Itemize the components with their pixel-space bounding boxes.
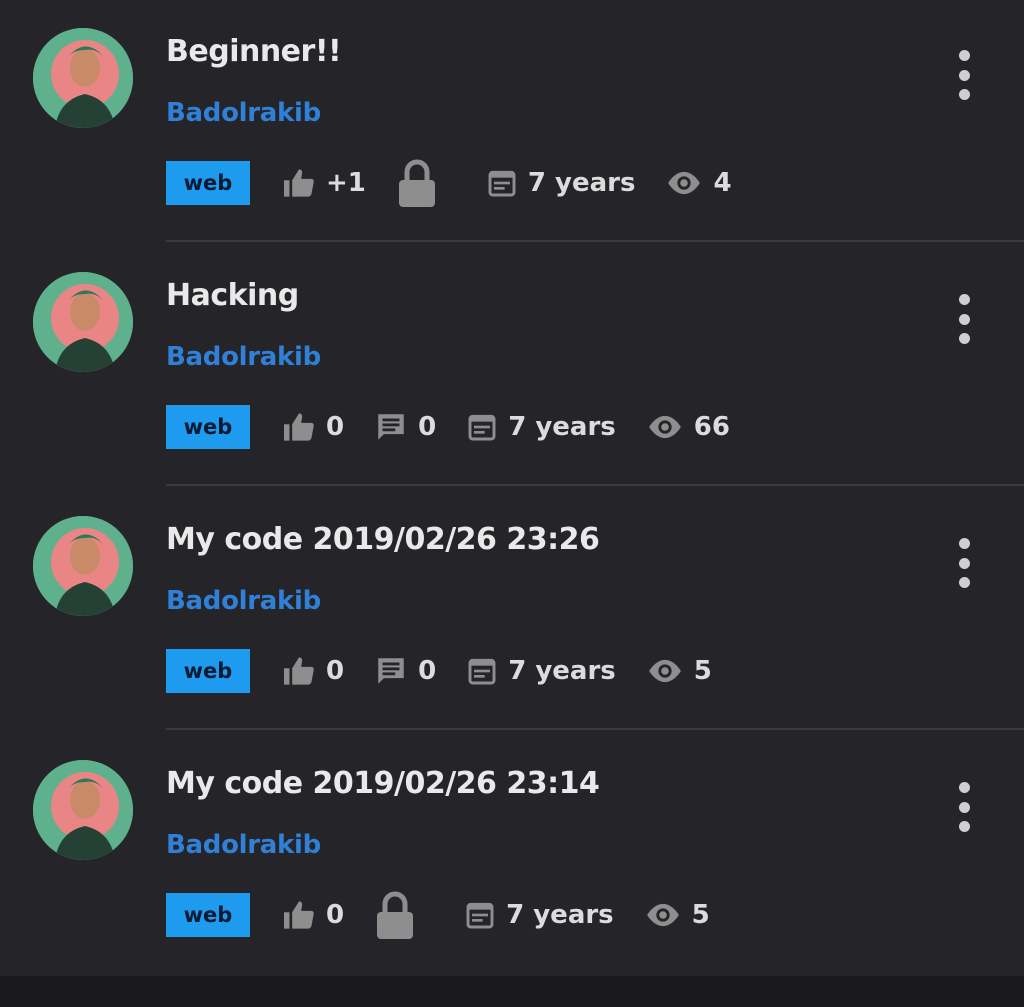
post-list: Beginner!! Badolrakib web +1 7 years 4 H… — [0, 0, 1024, 976]
likes-stat: 0 — [282, 656, 344, 686]
views-stat: 4 — [665, 168, 732, 198]
calendar-icon — [466, 411, 498, 443]
views-count: 66 — [693, 412, 730, 442]
more-vertical-icon[interactable] — [952, 50, 976, 100]
bottom-bar — [0, 976, 1024, 1007]
views-count: 5 — [691, 900, 710, 930]
comments-count: 0 — [418, 412, 437, 442]
views-stat: 5 — [646, 656, 712, 686]
views-count: 4 — [713, 168, 732, 198]
calendar-icon — [464, 899, 496, 931]
avatar[interactable] — [33, 272, 133, 372]
divider — [166, 240, 1024, 242]
post-author[interactable]: Badolrakib — [166, 586, 321, 616]
post-title[interactable]: My code 2019/02/26 23:14 — [166, 766, 600, 801]
divider — [166, 728, 1024, 730]
date-stat: 7 years — [466, 655, 616, 687]
post-age: 7 years — [508, 412, 616, 442]
eye-icon — [665, 170, 703, 196]
comments-count: 0 — [418, 656, 437, 686]
list-item[interactable]: Beginner!! Badolrakib web +1 7 years 4 — [0, 0, 1024, 244]
likes-count: 0 — [326, 656, 345, 686]
list-item[interactable]: My code 2019/02/26 23:14 Badolrakib web … — [0, 732, 1024, 976]
date-stat: 7 years — [464, 899, 614, 931]
tag-badge[interactable]: web — [166, 893, 250, 937]
eye-icon — [646, 658, 684, 684]
lock-icon — [396, 158, 438, 208]
eye-icon — [644, 902, 682, 928]
more-vertical-icon[interactable] — [952, 294, 976, 344]
post-author[interactable]: Badolrakib — [166, 342, 321, 372]
calendar-icon — [466, 655, 498, 687]
post-age: 7 years — [506, 900, 614, 930]
date-stat: 7 years — [486, 167, 636, 199]
likes-count: 0 — [326, 412, 345, 442]
tag-badge[interactable]: web — [166, 649, 250, 693]
post-meta: web 0 0 7 years — [166, 405, 760, 449]
comments-stat: 0 — [374, 410, 436, 444]
more-vertical-icon[interactable] — [952, 782, 976, 832]
divider — [166, 484, 1024, 486]
thumbs-up-icon — [282, 168, 316, 198]
likes-stat: 0 — [282, 412, 344, 442]
list-item[interactable]: My code 2019/02/26 23:26 Badolrakib web … — [0, 488, 1024, 732]
post-age: 7 years — [508, 656, 616, 686]
avatar[interactable] — [33, 760, 133, 860]
thumbs-up-icon — [282, 412, 316, 442]
likes-count: +1 — [326, 168, 366, 198]
comment-icon — [374, 654, 408, 688]
post-meta: web 0 7 years 5 — [166, 890, 740, 940]
likes-count: 0 — [326, 900, 345, 930]
post-title[interactable]: My code 2019/02/26 23:26 — [166, 522, 600, 557]
calendar-icon — [486, 167, 518, 199]
thumbs-up-icon — [282, 656, 316, 686]
list-item[interactable]: Hacking Badolrakib web 0 0 7 years 66 — [0, 244, 1024, 488]
eye-icon — [646, 414, 684, 440]
post-meta: web +1 7 years 4 — [166, 158, 762, 208]
views-stat: 5 — [644, 900, 710, 930]
comment-icon — [374, 410, 408, 444]
thumbs-up-icon — [282, 900, 316, 930]
lock-icon — [374, 890, 416, 940]
views-count: 5 — [693, 656, 712, 686]
date-stat: 7 years — [466, 411, 616, 443]
post-meta: web 0 0 7 years — [166, 649, 742, 693]
avatar[interactable] — [33, 516, 133, 616]
views-stat: 66 — [646, 412, 730, 442]
post-title[interactable]: Beginner!! — [166, 34, 342, 69]
likes-stat: +1 — [282, 168, 366, 198]
likes-stat: 0 — [282, 900, 344, 930]
avatar[interactable] — [33, 28, 133, 128]
comments-stat: 0 — [374, 654, 436, 688]
post-author[interactable]: Badolrakib — [166, 830, 321, 860]
post-age: 7 years — [527, 168, 636, 198]
more-vertical-icon[interactable] — [952, 538, 976, 588]
post-author[interactable]: Badolrakib — [166, 98, 321, 128]
post-title[interactable]: Hacking — [166, 278, 299, 313]
tag-badge[interactable]: web — [166, 405, 250, 449]
tag-badge[interactable]: web — [166, 161, 250, 205]
